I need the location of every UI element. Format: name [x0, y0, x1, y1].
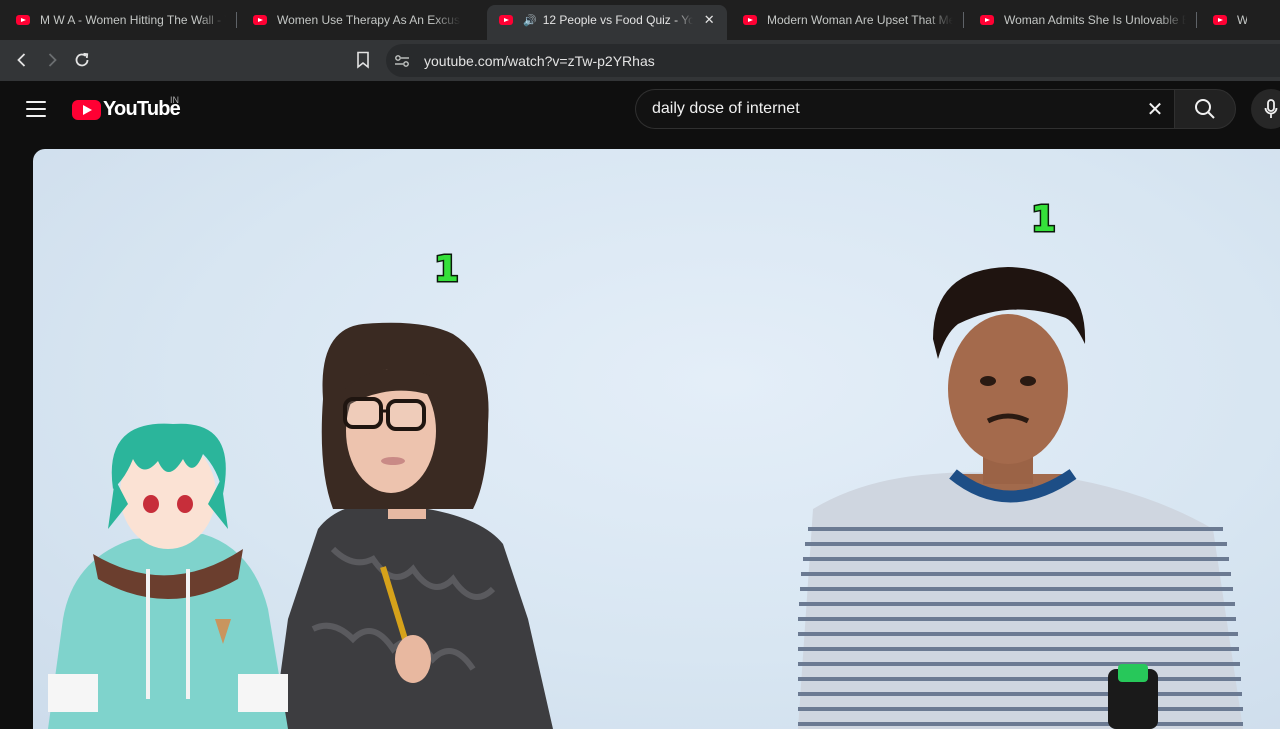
tab-title: Woman Admits She Is Unlovable Bec	[1004, 13, 1186, 27]
score-label: 1	[1029, 198, 1057, 242]
address-bar[interactable]: youtube.com/watch?v=zTw-p2YRhas	[386, 44, 1280, 77]
tab[interactable]: Modern Woman Are Upset That Men	[727, 5, 963, 35]
video-player[interactable]: 1 1	[33, 149, 1280, 729]
voice-search-button[interactable]	[1251, 89, 1280, 129]
close-icon[interactable]: ✕	[701, 12, 717, 28]
search-icon	[1195, 99, 1215, 119]
youtube-favicon-icon	[16, 15, 30, 25]
browser-tab-strip: M W A - Women Hitting The Wall - Y Women…	[0, 0, 1280, 40]
tab[interactable]: Woman Admits She Is Unlovable Bec	[964, 5, 1196, 35]
forward-arrow-icon[interactable]	[37, 45, 67, 75]
url-text[interactable]: youtube.com/watch?v=zTw-p2YRhas	[424, 53, 655, 69]
person-man-striped-shirt	[798, 267, 1243, 729]
bookmark-icon[interactable]	[348, 45, 378, 75]
search-button[interactable]	[1174, 89, 1236, 129]
youtube-favicon-icon	[499, 15, 513, 25]
site-settings-icon[interactable]	[386, 54, 418, 68]
tab-title: Modern Woman Are Upset That Men	[767, 13, 953, 27]
reload-icon[interactable]	[67, 45, 97, 75]
tab-title: Wor	[1237, 13, 1247, 27]
video-frame	[48, 267, 1243, 729]
person-woman-with-glasses	[273, 322, 553, 729]
youtube-play-logo-icon	[72, 99, 101, 120]
tab[interactable]: Women Use Therapy As An Excuse To	[237, 5, 471, 35]
clear-search-icon[interactable]: ✕	[1135, 97, 1175, 122]
country-code: IN	[170, 95, 179, 105]
vtuber-avatar	[48, 423, 288, 729]
search-query-text[interactable]: daily dose of internet	[652, 100, 1135, 118]
search-input[interactable]: daily dose of internet ✕	[635, 89, 1175, 129]
score-label: 1	[432, 248, 460, 292]
logo-wordmark: YouTube	[103, 98, 181, 120]
youtube-favicon-icon	[743, 15, 757, 25]
tab-title: M W A - Women Hitting The Wall - Y	[40, 13, 226, 27]
youtube-logo[interactable]: YouTube IN	[72, 95, 181, 121]
back-arrow-icon[interactable]	[7, 45, 37, 75]
youtube-favicon-icon	[253, 15, 267, 25]
youtube-favicon-icon	[980, 15, 994, 25]
tab-title: 12 People vs Food Quiz - You	[542, 13, 694, 27]
youtube-favicon-icon	[1213, 15, 1227, 25]
browser-toolbar: youtube.com/watch?v=zTw-p2YRhas	[0, 40, 1280, 81]
tab[interactable]: M W A - Women Hitting The Wall - Y	[0, 5, 236, 35]
menu-icon[interactable]	[26, 101, 46, 117]
tab-title: Women Use Therapy As An Excuse To	[277, 13, 461, 27]
microphone-icon	[1264, 99, 1278, 118]
speaker-icon[interactable]: 🔊	[523, 14, 537, 27]
youtube-header: YouTube IN daily dose of internet ✕	[0, 81, 1280, 137]
tab[interactable]: Wor	[1197, 5, 1257, 35]
tab-active[interactable]: 🔊 12 People vs Food Quiz - You ✕	[487, 5, 727, 40]
